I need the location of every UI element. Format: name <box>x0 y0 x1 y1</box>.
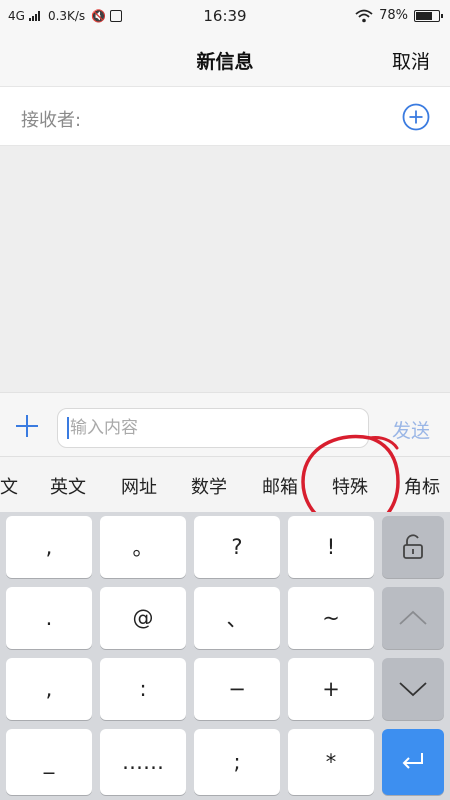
symbol-keyboard: , 。 ? ! . @ 、 ~ , : − + _ …… ; * <box>0 512 450 800</box>
return-key[interactable] <box>382 729 444 795</box>
lock-key[interactable] <box>382 516 444 578</box>
key-semicolon[interactable]: ; <box>194 729 280 795</box>
key-asterisk[interactable]: * <box>288 729 374 795</box>
return-icon <box>402 753 423 769</box>
arrow-up-icon <box>399 610 427 625</box>
key-enumeration-comma[interactable]: 、 <box>194 587 280 649</box>
send-button[interactable]: 发送 <box>392 416 430 443</box>
key-at[interactable]: @ <box>100 587 186 649</box>
status-bar: 4G 0.3K/s 🔇 16:39 78% <box>0 0 450 34</box>
key-period[interactable]: . <box>6 587 92 649</box>
composer-bar: 发送 <box>0 392 450 456</box>
category-tab-url[interactable]: 网址 <box>121 473 157 499</box>
key-ellipsis[interactable]: …… <box>100 729 186 795</box>
battery-fill <box>416 11 433 20</box>
key-comma-cn[interactable]: , <box>6 516 92 578</box>
message-area <box>0 146 450 392</box>
key-plus[interactable]: + <box>288 658 374 720</box>
text-cursor <box>67 417 69 439</box>
recipient-row[interactable]: 接收者: <box>0 86 450 146</box>
category-tab-math[interactable]: 数学 <box>191 473 227 499</box>
battery-icon <box>414 9 443 22</box>
key-question[interactable]: ? <box>194 516 280 578</box>
add-recipient-icon[interactable] <box>402 103 430 131</box>
key-period-cn[interactable]: 。 <box>100 516 186 578</box>
category-tab-wen[interactable]: 文 <box>0 473 18 499</box>
category-tab-superscript[interactable]: 角标 <box>404 473 440 499</box>
scroll-up-key[interactable] <box>382 587 444 649</box>
lock-icon <box>403 534 423 559</box>
category-tab-special[interactable]: 特殊 <box>332 473 368 499</box>
category-tab-email[interactable]: 邮箱 <box>262 473 298 499</box>
arrow-down-icon <box>399 682 427 697</box>
battery-percent: 78% <box>379 8 408 23</box>
key-minus[interactable]: − <box>194 658 280 720</box>
page-title: 新信息 <box>196 51 254 73</box>
key-comma[interactable]: , <box>6 658 92 720</box>
key-exclamation[interactable]: ! <box>288 516 374 578</box>
key-tilde[interactable]: ~ <box>288 587 374 649</box>
category-tab-english[interactable]: 英文 <box>50 473 86 499</box>
wifi-icon <box>355 9 373 22</box>
status-right: 78% <box>355 8 443 23</box>
key-colon[interactable]: : <box>100 658 186 720</box>
symbol-category-bar: 文 英文 网址 数学 邮箱 特殊 角标 <box>0 456 450 512</box>
cancel-button[interactable]: 取消 <box>392 47 430 74</box>
message-input[interactable] <box>57 408 369 448</box>
recipient-label: 接收者: <box>21 110 82 131</box>
nav-bar: 新信息 取消 <box>0 34 450 86</box>
key-underscore[interactable]: _ <box>6 729 92 795</box>
scroll-down-key[interactable] <box>382 658 444 720</box>
attach-plus-icon[interactable] <box>14 413 40 439</box>
